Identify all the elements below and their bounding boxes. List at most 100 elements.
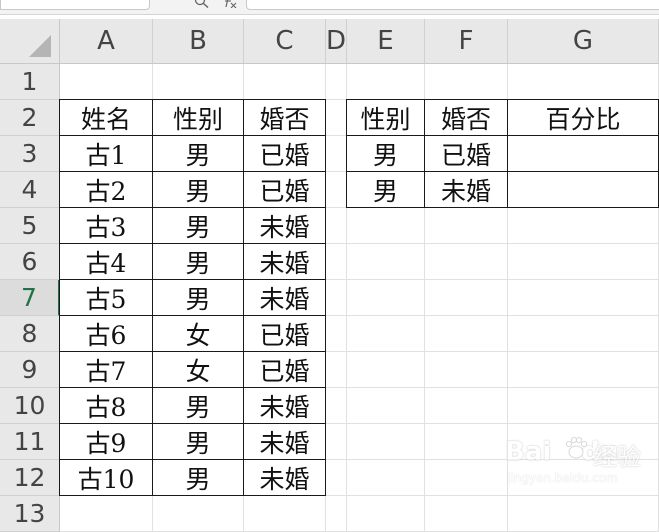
cell-f10[interactable]: [425, 388, 508, 424]
column-header-a[interactable]: A: [60, 19, 153, 64]
table1-cell-a9[interactable]: 古7: [59, 351, 153, 388]
cell-d4[interactable]: [326, 172, 347, 208]
cell-f7[interactable]: [425, 280, 508, 316]
table2-cell-e3[interactable]: 男: [346, 135, 425, 172]
table1-cell-b5[interactable]: 男: [152, 207, 244, 244]
cell-d1[interactable]: [326, 64, 347, 100]
row-header-4[interactable]: 4: [0, 172, 60, 208]
table1-cell-b6[interactable]: 男: [152, 243, 244, 280]
cell-e12[interactable]: [347, 460, 425, 496]
cell-d7[interactable]: [326, 280, 347, 316]
cell-c1[interactable]: [244, 64, 326, 100]
cell-d3[interactable]: [326, 136, 347, 172]
row-header-13[interactable]: 13: [0, 496, 60, 532]
table1-cell-b4[interactable]: 男: [152, 171, 244, 208]
row-header-5[interactable]: 5: [0, 208, 60, 244]
table1-header-c2[interactable]: 婚否: [243, 99, 326, 136]
table1-cell-b11[interactable]: 男: [152, 423, 244, 460]
table1-cell-a6[interactable]: 古4: [59, 243, 153, 280]
table1-cell-b9[interactable]: 女: [152, 351, 244, 388]
cell-c13[interactable]: [244, 496, 326, 532]
table2-cell-f3[interactable]: 已婚: [424, 135, 508, 172]
table1-cell-a8[interactable]: 古6: [59, 315, 153, 352]
cell-f8[interactable]: [425, 316, 508, 352]
table2-cell-g4[interactable]: [507, 171, 659, 208]
cell-f9[interactable]: [425, 352, 508, 388]
cell-a1[interactable]: [60, 64, 153, 100]
table1-cell-a11[interactable]: 古9: [59, 423, 153, 460]
search-icon[interactable]: [194, 0, 210, 8]
cell-g1[interactable]: [508, 64, 659, 100]
cell-d13[interactable]: [326, 496, 347, 532]
table1-cell-b12[interactable]: 男: [152, 459, 244, 496]
fx-icon[interactable]: [222, 0, 238, 8]
formula-input[interactable]: [246, 0, 659, 10]
table1-cell-c4[interactable]: 已婚: [243, 171, 326, 208]
row-header-11[interactable]: 11: [0, 424, 60, 460]
table1-cell-a5[interactable]: 古3: [59, 207, 153, 244]
cell-e9[interactable]: [347, 352, 425, 388]
cell-d12[interactable]: [326, 460, 347, 496]
cell-d9[interactable]: [326, 352, 347, 388]
table1-cell-a7[interactable]: 古5: [59, 279, 153, 316]
name-box[interactable]: [0, 0, 150, 10]
table2-header-e2[interactable]: 性别: [346, 99, 425, 136]
cell-f12[interactable]: [425, 460, 508, 496]
row-header-6[interactable]: 6: [0, 244, 60, 280]
cell-b1[interactable]: [153, 64, 244, 100]
cell-e8[interactable]: [347, 316, 425, 352]
cell-g5[interactable]: [508, 208, 659, 244]
select-all-corner[interactable]: [0, 19, 60, 64]
row-header-7[interactable]: 7: [0, 280, 60, 316]
table1-cell-c10[interactable]: 未婚: [243, 387, 326, 424]
table1-cell-a12[interactable]: 古10: [59, 459, 153, 496]
column-header-d[interactable]: D: [326, 19, 347, 64]
cell-e10[interactable]: [347, 388, 425, 424]
row-header-9[interactable]: 9: [0, 352, 60, 388]
column-header-c[interactable]: C: [244, 19, 326, 64]
table2-cell-f4[interactable]: 未婚: [424, 171, 508, 208]
cell-g8[interactable]: [508, 316, 659, 352]
table1-cell-c6[interactable]: 未婚: [243, 243, 326, 280]
row-header-3[interactable]: 3: [0, 136, 60, 172]
table1-cell-c12[interactable]: 未婚: [243, 459, 326, 496]
row-header-10[interactable]: 10: [0, 388, 60, 424]
cell-f5[interactable]: [425, 208, 508, 244]
cell-b13[interactable]: [153, 496, 244, 532]
row-header-8[interactable]: 8: [0, 316, 60, 352]
cell-g10[interactable]: [508, 388, 659, 424]
column-header-b[interactable]: B: [153, 19, 244, 64]
cell-g7[interactable]: [508, 280, 659, 316]
cell-d5[interactable]: [326, 208, 347, 244]
table2-header-g2[interactable]: 百分比: [507, 99, 659, 136]
cell-f6[interactable]: [425, 244, 508, 280]
table1-cell-b7[interactable]: 男: [152, 279, 244, 316]
cell-g13[interactable]: [508, 496, 659, 532]
cell-e7[interactable]: [347, 280, 425, 316]
column-header-e[interactable]: E: [347, 19, 425, 64]
table1-cell-a4[interactable]: 古2: [59, 171, 153, 208]
table1-cell-c3[interactable]: 已婚: [243, 135, 326, 172]
table1-cell-b10[interactable]: 男: [152, 387, 244, 424]
cell-d8[interactable]: [326, 316, 347, 352]
cell-e1[interactable]: [347, 64, 425, 100]
cell-f1[interactable]: [425, 64, 508, 100]
cell-g6[interactable]: [508, 244, 659, 280]
cell-d10[interactable]: [326, 388, 347, 424]
cell-d11[interactable]: [326, 424, 347, 460]
row-header-12[interactable]: 12: [0, 460, 60, 496]
cell-e6[interactable]: [347, 244, 425, 280]
cell-e11[interactable]: [347, 424, 425, 460]
table1-cell-c11[interactable]: 未婚: [243, 423, 326, 460]
table1-cell-a10[interactable]: 古8: [59, 387, 153, 424]
column-header-f[interactable]: F: [425, 19, 508, 64]
cell-d2[interactable]: [326, 100, 347, 136]
cell-e13[interactable]: [347, 496, 425, 532]
row-header-1[interactable]: 1: [0, 64, 60, 100]
table1-header-a2[interactable]: 姓名: [59, 99, 153, 136]
cell-d6[interactable]: [326, 244, 347, 280]
table2-cell-g3[interactable]: [507, 135, 659, 172]
table1-header-b2[interactable]: 性别: [152, 99, 244, 136]
table1-cell-c9[interactable]: 已婚: [243, 351, 326, 388]
table1-cell-a3[interactable]: 古1: [59, 135, 153, 172]
